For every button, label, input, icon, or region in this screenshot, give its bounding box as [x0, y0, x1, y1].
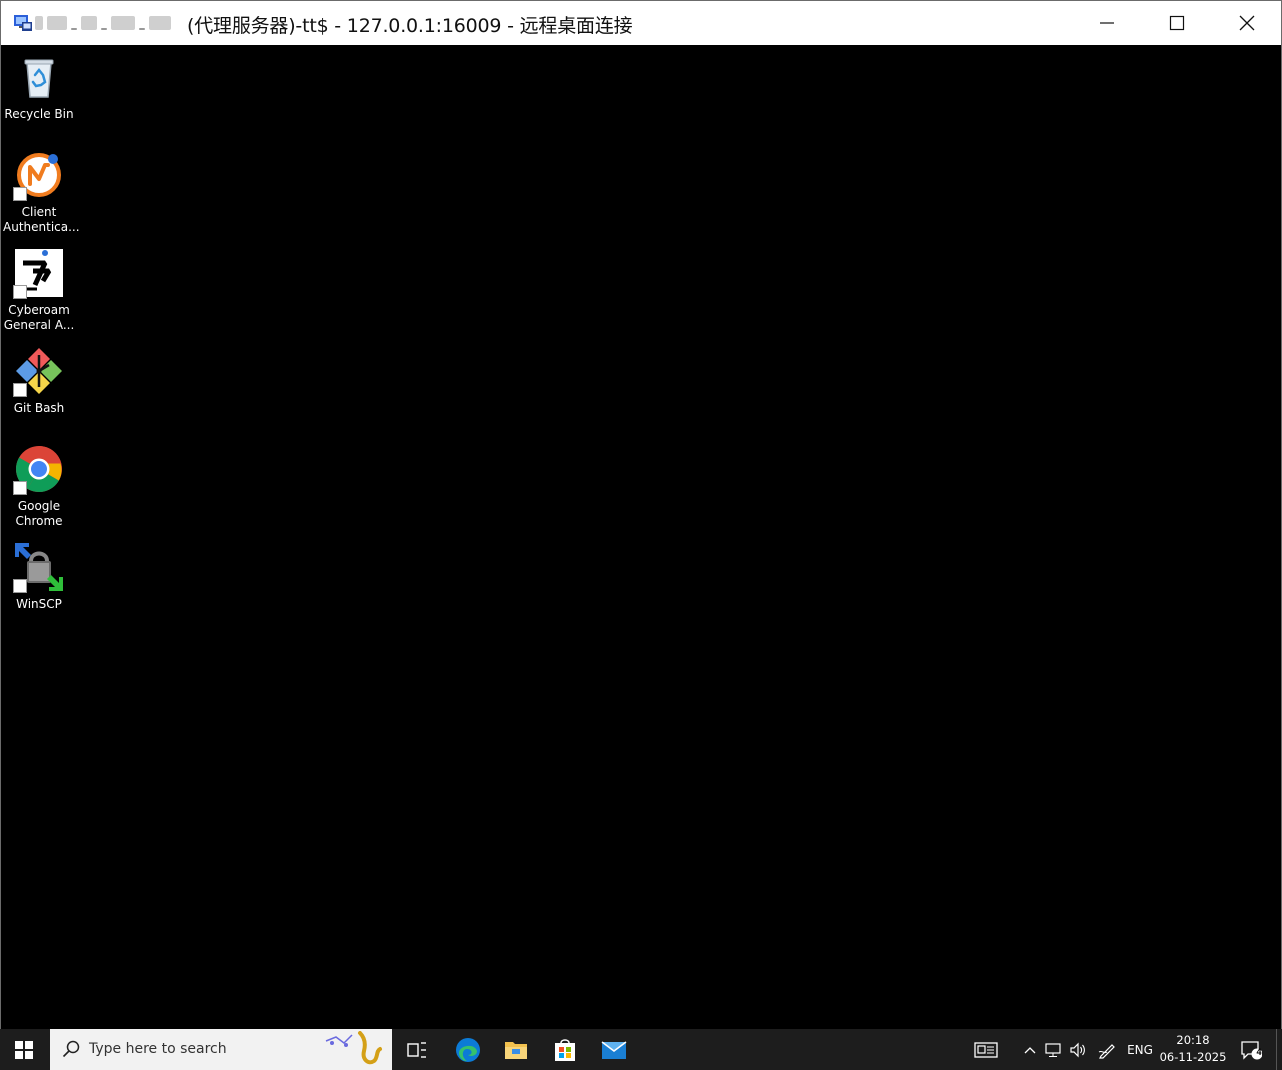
pen-input-button[interactable] — [1095, 1029, 1119, 1070]
speaker-icon — [1070, 1042, 1085, 1057]
close-button[interactable] — [1212, 1, 1282, 45]
desktop-icon-recycle-bin[interactable]: Recycle Bin — [3, 53, 75, 122]
pen-icon — [1098, 1043, 1115, 1059]
desktop-icon-label: Recycle Bin — [4, 107, 74, 121]
show-desktop-button[interactable] — [1276, 1029, 1282, 1070]
search-highlight-saxophone-icon — [325, 1031, 382, 1065]
desktop-icon-git-bash[interactable]: Git Bash — [3, 347, 75, 416]
system-clock[interactable]: 20:18 06-11-2025 — [1158, 1032, 1228, 1066]
notification-count-badge: 4 — [1256, 1047, 1262, 1057]
windows-logo-icon — [15, 1040, 33, 1059]
search-placeholder: Type here to search — [89, 1041, 227, 1057]
minimize-icon — [1100, 22, 1114, 24]
taskbar-store[interactable] — [541, 1029, 589, 1070]
desktop-icon-client-authentication[interactable]: Client Authentica... — [3, 151, 80, 235]
maximize-button[interactable] — [1142, 1, 1212, 45]
edge-icon — [456, 1037, 480, 1062]
network-button[interactable] — [1043, 1029, 1065, 1070]
taskbar-file-explorer[interactable] — [492, 1029, 540, 1070]
action-center-button[interactable]: 4 — [1234, 1029, 1268, 1070]
mail-icon — [601, 1040, 627, 1059]
desktop-icon-label: WinSCP — [16, 597, 62, 611]
taskbar-edge[interactable] — [444, 1029, 492, 1070]
recycle-bin-icon — [24, 59, 54, 98]
store-icon — [555, 1038, 575, 1061]
remote-desktop-icon — [14, 15, 32, 31]
shortcut-arrow-icon — [13, 383, 27, 397]
desktop-icon-winscp[interactable]: WinSCP — [3, 543, 75, 612]
desktop-icon-label: Google Chrome — [15, 499, 63, 528]
taskbar-mail[interactable] — [590, 1029, 638, 1070]
desktop-icon-cyberoam[interactable]: Cyberoam General A... — [3, 249, 75, 333]
shortcut-arrow-icon — [13, 579, 27, 593]
volume-button[interactable] — [1067, 1029, 1089, 1070]
task-view-button[interactable] — [393, 1029, 441, 1070]
close-icon — [1239, 15, 1255, 31]
input-language-indicator[interactable]: ENG — [1124, 1029, 1156, 1070]
desktop-icon-label: Cyberoam General A... — [3, 303, 75, 332]
clock-date: 06-11-2025 — [1159, 1050, 1227, 1064]
desktop-icon-label: Client Authentica... — [3, 205, 80, 234]
shortcut-arrow-icon — [13, 481, 27, 495]
remote-desktop-window: (代理服务器)-tt$ - 127.0.0.1:16009 - 远程桌面连接 R… — [0, 0, 1282, 1070]
redacted-host-name — [35, 13, 185, 33]
desktop-icon-google-chrome[interactable]: Google Chrome — [3, 445, 75, 529]
chevron-up-icon — [1024, 1046, 1036, 1053]
start-button[interactable] — [0, 1029, 48, 1070]
remote-desktop-area[interactable]: Recycle Bin Client Authentica... Cyberoa… — [1, 45, 1281, 1030]
taskbar-search-box[interactable]: Type here to search — [50, 1029, 392, 1070]
news-icon — [974, 1041, 998, 1058]
file-explorer-icon — [505, 1041, 527, 1059]
shortcut-arrow-icon — [13, 285, 27, 299]
shortcut-arrow-icon — [13, 187, 27, 201]
news-widget-button[interactable] — [966, 1029, 1006, 1070]
minimize-button[interactable] — [1072, 1, 1142, 45]
title-bar[interactable]: (代理服务器)-tt$ - 127.0.0.1:16009 - 远程桌面连接 — [1, 1, 1281, 45]
taskbar: Type here to search ENG 20:18 06-11-2025… — [0, 1029, 1282, 1070]
maximize-icon — [1169, 15, 1185, 31]
network-icon — [1045, 1042, 1061, 1057]
window-title: (代理服务器)-tt$ - 127.0.0.1:16009 - 远程桌面连接 — [187, 15, 633, 37]
clock-time: 20:18 — [1176, 1033, 1210, 1047]
desktop-icon-label: Git Bash — [13, 401, 65, 415]
show-hidden-icons-button[interactable] — [1020, 1029, 1040, 1070]
task-view-icon — [407, 1041, 426, 1058]
search-icon — [62, 1040, 80, 1058]
